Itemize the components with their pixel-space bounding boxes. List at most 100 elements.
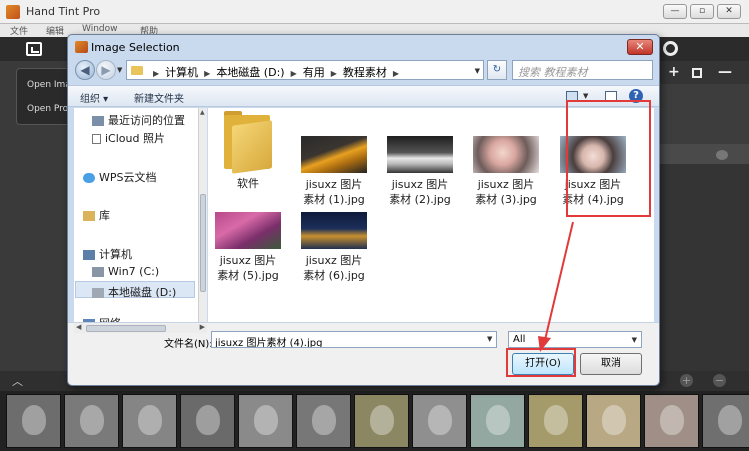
filter-thumbnail[interactable] [6, 394, 61, 448]
filter-thumbnail[interactable] [644, 394, 699, 448]
nav-item-computer[interactable]: 计算机 [83, 246, 132, 262]
dialog-app-icon [75, 41, 88, 53]
filter-thumbnail[interactable] [354, 394, 409, 448]
filter-thumbnail[interactable] [702, 394, 749, 448]
nav-scrollbar[interactable]: ▲ [198, 108, 207, 322]
chevron-down-icon: ▼ [631, 336, 637, 344]
layer-preview [658, 84, 749, 144]
file-item-image-5[interactable]: jisuxz 图片 素材 (5).jpg [208, 212, 288, 283]
window-controls: — ▫ ✕ [663, 4, 741, 19]
refresh-button[interactable]: ↻ [487, 60, 507, 80]
filter-thumbnail[interactable] [528, 394, 583, 448]
dialog-close-button[interactable]: ✕ [627, 39, 653, 55]
image-thumbnail [387, 136, 453, 173]
app-logo-icon [6, 5, 20, 19]
filter-filmstrip [0, 391, 749, 451]
new-folder-button[interactable]: 新建文件夹 [134, 90, 184, 105]
filter-thumbnail[interactable] [122, 394, 177, 448]
image-thumbnail [215, 212, 281, 249]
breadcrumb-useful[interactable]: 有用 [303, 66, 325, 79]
forward-button[interactable]: ▶ [96, 60, 116, 80]
file-item-image-6[interactable]: jisuxz 图片 素材 (6).jpg [294, 212, 374, 283]
open-dropdown-menu: Open Ima Open Pro [16, 68, 72, 125]
drive-icon [92, 288, 104, 298]
open-image-item[interactable]: Open Ima [27, 80, 71, 90]
recent-locations-dropdown[interactable]: ▼ [117, 66, 122, 74]
filter-thumbnail[interactable] [296, 394, 351, 448]
chevron-up-icon[interactable]: ︿ [12, 373, 23, 389]
maximize-button[interactable]: ▫ [690, 4, 714, 19]
menu-edit[interactable]: 编辑 [46, 24, 64, 37]
filter-thumbnail[interactable] [64, 394, 119, 448]
address-bar[interactable]: ▶ 计算机 ▶ 本地磁盘 (D:) ▶ 有用 ▶ 教程素材 ▶ ▼ [126, 60, 484, 80]
app-title-bar: Hand Tint Pro — ▫ ✕ [0, 0, 749, 24]
settings-gear-icon[interactable] [663, 41, 678, 56]
breadcrumb-computer[interactable]: 计算机 [165, 66, 198, 79]
image-thumbnail [301, 136, 367, 173]
nav-item-network[interactable]: 网络 [83, 315, 121, 322]
breadcrumb-drive-d[interactable]: 本地磁盘 (D:) [216, 66, 284, 79]
file-item-image-3[interactable]: jisuxz 图片 素材 (3).jpg [466, 136, 546, 207]
add-filter-button[interactable]: + [680, 374, 693, 387]
filter-thumbnail[interactable] [586, 394, 641, 448]
nav-item-libraries[interactable]: 库 [83, 207, 110, 223]
close-button[interactable]: ✕ [717, 4, 741, 19]
scroll-thumb[interactable] [200, 194, 206, 292]
menu-window[interactable]: Window [82, 24, 118, 34]
cancel-button[interactable]: 取消 [580, 353, 642, 375]
file-item-folder[interactable]: 软件 [208, 108, 288, 191]
back-button[interactable]: ◀ [75, 60, 95, 80]
library-icon [83, 211, 95, 221]
file-type-select[interactable]: All ▼ [508, 331, 642, 348]
nav-item-win7-c[interactable]: Win7 (C:) [92, 265, 159, 278]
view-options-dropdown[interactable]: ▼ [583, 92, 588, 100]
duplicate-layer-icon[interactable] [692, 68, 702, 78]
filter-thumbnail[interactable] [470, 394, 525, 448]
add-layer-icon[interactable]: + [668, 64, 680, 80]
open-image-icon[interactable] [26, 42, 42, 56]
file-name-label: 文件名(N): [164, 339, 213, 350]
menu-file[interactable]: 文件 [10, 24, 28, 37]
nav-item-recent-places[interactable]: 最近访问的位置 [92, 112, 185, 128]
filter-thumbnail[interactable] [238, 394, 293, 448]
drive-icon [92, 267, 104, 277]
nav-item-wps-cloud[interactable]: WPS云文档 [83, 169, 157, 185]
layer-row[interactable] [658, 144, 749, 164]
open-project-item[interactable]: Open Pro [27, 104, 68, 114]
organize-menu[interactable]: 组织 ▾ [80, 90, 108, 105]
breadcrumb-tutorial-material[interactable]: 教程素材 [343, 66, 387, 79]
nav-horizontal-scrollbar[interactable]: ◀ ▶ [74, 323, 207, 333]
highlight-selected-file [566, 100, 651, 217]
image-thumbnail [473, 136, 539, 173]
filter-thumbnail[interactable] [180, 394, 235, 448]
app-title: Hand Tint Pro [26, 5, 101, 18]
computer-icon [83, 250, 95, 260]
eye-icon[interactable] [716, 150, 728, 160]
nav-item-local-disk-d[interactable]: 本地磁盘 (D:) [92, 284, 176, 300]
scroll-up-icon[interactable]: ▲ [200, 109, 205, 116]
filter-thumbnail[interactable] [412, 394, 467, 448]
highlight-open-button [506, 348, 576, 377]
image-thumbnail [301, 212, 367, 249]
file-item-image-2[interactable]: jisuxz 图片 素材 (2).jpg [380, 136, 460, 207]
minimize-button[interactable]: — [663, 4, 687, 19]
address-dropdown[interactable]: ▼ [475, 67, 480, 75]
remove-layer-icon[interactable]: — [718, 64, 732, 80]
folder-icon [131, 66, 143, 75]
file-type-value: All [513, 334, 526, 345]
address-row: ◀ ▶ ▼ ▶ 计算机 ▶ 本地磁盘 (D:) ▶ 有用 ▶ 教程素材 ▶ ▼ ↻ 搜索 教程素… [68, 57, 659, 83]
folder-icon [220, 109, 276, 174]
file-name-input[interactable]: jisuxz 图片素材 (4).jpg [211, 331, 497, 348]
scroll-left-icon[interactable]: ◀ [76, 323, 81, 331]
recent-places-icon [92, 116, 104, 126]
search-input[interactable]: 搜索 教程素材 [512, 60, 653, 80]
file-item-image-1[interactable]: jisuxz 图片 素材 (1).jpg [294, 136, 374, 207]
remove-filter-button[interactable]: − [713, 374, 726, 387]
nav-item-icloud-photos[interactable]: iCloud 照片 [92, 130, 165, 146]
file-name-dropdown[interactable]: ▼ [487, 335, 492, 343]
scroll-right-icon[interactable]: ▶ [200, 323, 205, 331]
dialog-title: Image Selection [91, 41, 180, 54]
cloud-icon [83, 173, 95, 183]
scroll-thumb[interactable] [86, 325, 166, 332]
document-icon [92, 134, 101, 144]
